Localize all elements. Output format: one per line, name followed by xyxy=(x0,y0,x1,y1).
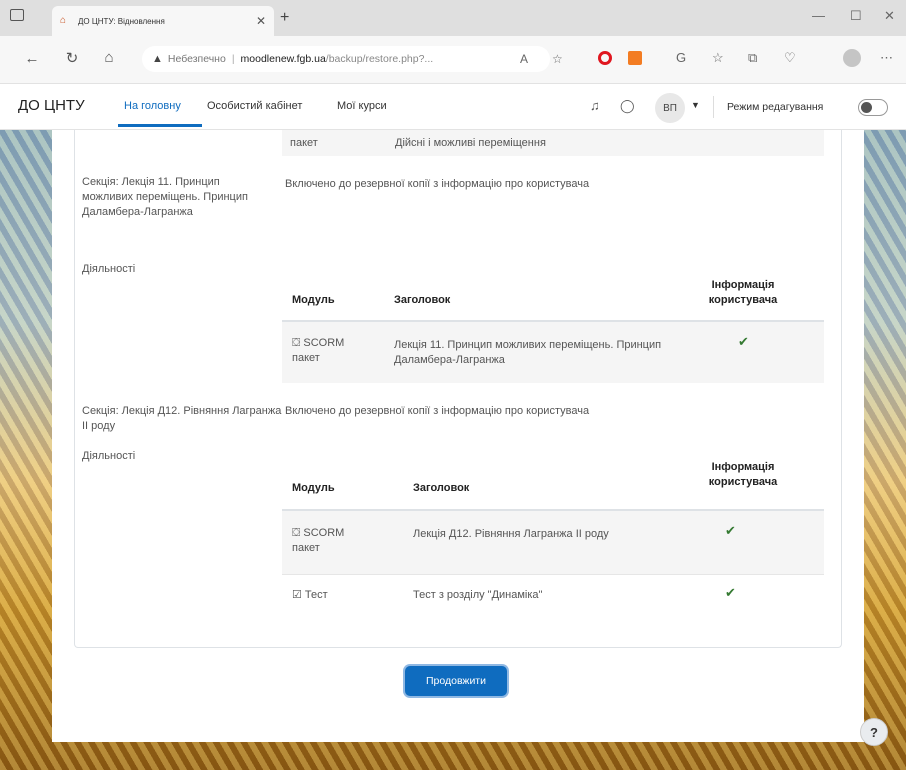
back-icon[interactable]: ← xyxy=(18,50,46,67)
activity-title: Лекція Д12. Рівняння Лагранжа II роду xyxy=(413,528,609,540)
extension-icon[interactable] xyxy=(628,51,642,65)
help-icon[interactable]: ? xyxy=(860,718,888,746)
quiz-icon: ☑ xyxy=(292,589,302,601)
activity-title: Тест з розділу "Динаміка" xyxy=(413,589,543,601)
module-name: ⛋ SCORM пакет xyxy=(292,337,345,364)
check-icon: ✔ xyxy=(725,585,736,600)
nav-home[interactable]: На головну xyxy=(124,100,181,112)
warning-icon: ▲ xyxy=(152,53,163,65)
activity-title: Дійсні і можливі переміщення xyxy=(395,137,546,149)
grammar-extension-icon[interactable]: G xyxy=(676,50,686,65)
insecure-label: Небезпечно xyxy=(167,53,226,65)
chevron-down-icon[interactable]: ▼ xyxy=(691,100,700,110)
column-header-module: Модуль xyxy=(292,294,335,306)
edit-mode-label: Режим редагування xyxy=(727,101,824,113)
section-label: Секція: Лекція Д12. Рівняння Лагранжа II… xyxy=(82,405,282,432)
activities-label: Діяльності xyxy=(82,263,136,275)
scorm-package-icon: ⛋ xyxy=(292,527,301,539)
url-input[interactable]: ▲ Небезпечно | moodlenew.fgb.ua /backup/… xyxy=(142,46,550,72)
close-window-icon[interactable]: ✕ xyxy=(884,8,895,24)
refresh-icon[interactable]: ↻ xyxy=(58,49,86,67)
user-avatar[interactable]: ВП xyxy=(655,93,685,123)
column-header-user-info: Інформація користувача xyxy=(708,461,778,488)
tab-actions-icon[interactable] xyxy=(10,9,24,21)
edit-mode-toggle[interactable] xyxy=(858,99,888,116)
minimize-icon[interactable]: — xyxy=(812,8,825,23)
maximize-icon[interactable]: ☐ xyxy=(850,8,862,24)
url-host: moodlenew.fgb.ua xyxy=(240,53,326,65)
activity-title: Лекція 11. Принцип можливих переміщень. … xyxy=(394,339,662,366)
messages-icon[interactable]: ◯ xyxy=(620,98,635,114)
section-label: Секція: Лекція 11. Принцип можливих пере… xyxy=(82,176,248,218)
tab-title: ДО ЦНТУ: Відновлення xyxy=(78,16,165,26)
opera-extension-icon[interactable] xyxy=(598,51,612,65)
site-header: ДО ЦНТУ На головну Особистий кабінет Мої… xyxy=(0,84,906,130)
module-name: пакет xyxy=(290,137,318,149)
profile-avatar-icon[interactable] xyxy=(843,49,861,67)
section-status: Включено до резервної копії з інформацію… xyxy=(285,178,590,190)
column-header-title: Заголовок xyxy=(394,294,451,306)
notifications-icon[interactable]: ♫ xyxy=(590,98,600,113)
column-header-module: Модуль xyxy=(292,482,335,494)
browser-tab-bar: ⌂ ДО ЦНТУ: Відновлення ✕ + — ☐ ✕ xyxy=(0,0,906,36)
section-status: Включено до резервної копії з інформацію… xyxy=(285,405,590,417)
moodle-favicon-icon: ⌂ xyxy=(60,15,67,26)
read-aloud-icon[interactable]: A xyxy=(520,52,528,66)
table-row xyxy=(282,130,824,156)
browser-tab[interactable]: ⌂ ДО ЦНТУ: Відновлення ✕ xyxy=(52,6,274,36)
active-nav-indicator xyxy=(118,124,202,127)
check-icon: ✔ xyxy=(738,334,749,349)
collections-icon[interactable]: ⧉ xyxy=(748,50,757,66)
new-tab-icon[interactable]: + xyxy=(280,9,289,27)
nav-dashboard[interactable]: Особистий кабінет xyxy=(207,100,302,112)
tab-close-icon[interactable]: ✕ xyxy=(256,14,266,28)
module-name: ☑ Тест xyxy=(292,589,328,601)
column-header-title: Заголовок xyxy=(413,482,470,494)
column-header-user-info: Інформація користувача xyxy=(708,279,778,306)
module-name: ⛋ SCORM пакет xyxy=(292,527,345,554)
continue-button[interactable]: Продовжити xyxy=(405,666,507,696)
scorm-package-icon: ⛋ xyxy=(292,337,301,349)
check-icon: ✔ xyxy=(725,523,736,538)
url-path: /backup/restore.php?... xyxy=(325,53,434,65)
performance-icon[interactable]: ♡ xyxy=(784,50,796,66)
favorite-add-icon[interactable]: ☆ xyxy=(552,52,563,66)
site-brand[interactable]: ДО ЦНТУ xyxy=(18,97,85,114)
more-menu-icon[interactable]: ⋯ xyxy=(880,50,893,66)
address-bar: ← ↻ ⌂ ▲ Небезпечно | moodlenew.fgb.ua /b… xyxy=(0,36,906,84)
home-icon[interactable]: ⌂ xyxy=(95,49,123,66)
favorites-icon[interactable]: ☆ xyxy=(712,50,724,66)
nav-my-courses[interactable]: Мої курси xyxy=(337,100,387,112)
table-row xyxy=(282,511,824,574)
activities-label: Діяльності xyxy=(82,450,136,462)
